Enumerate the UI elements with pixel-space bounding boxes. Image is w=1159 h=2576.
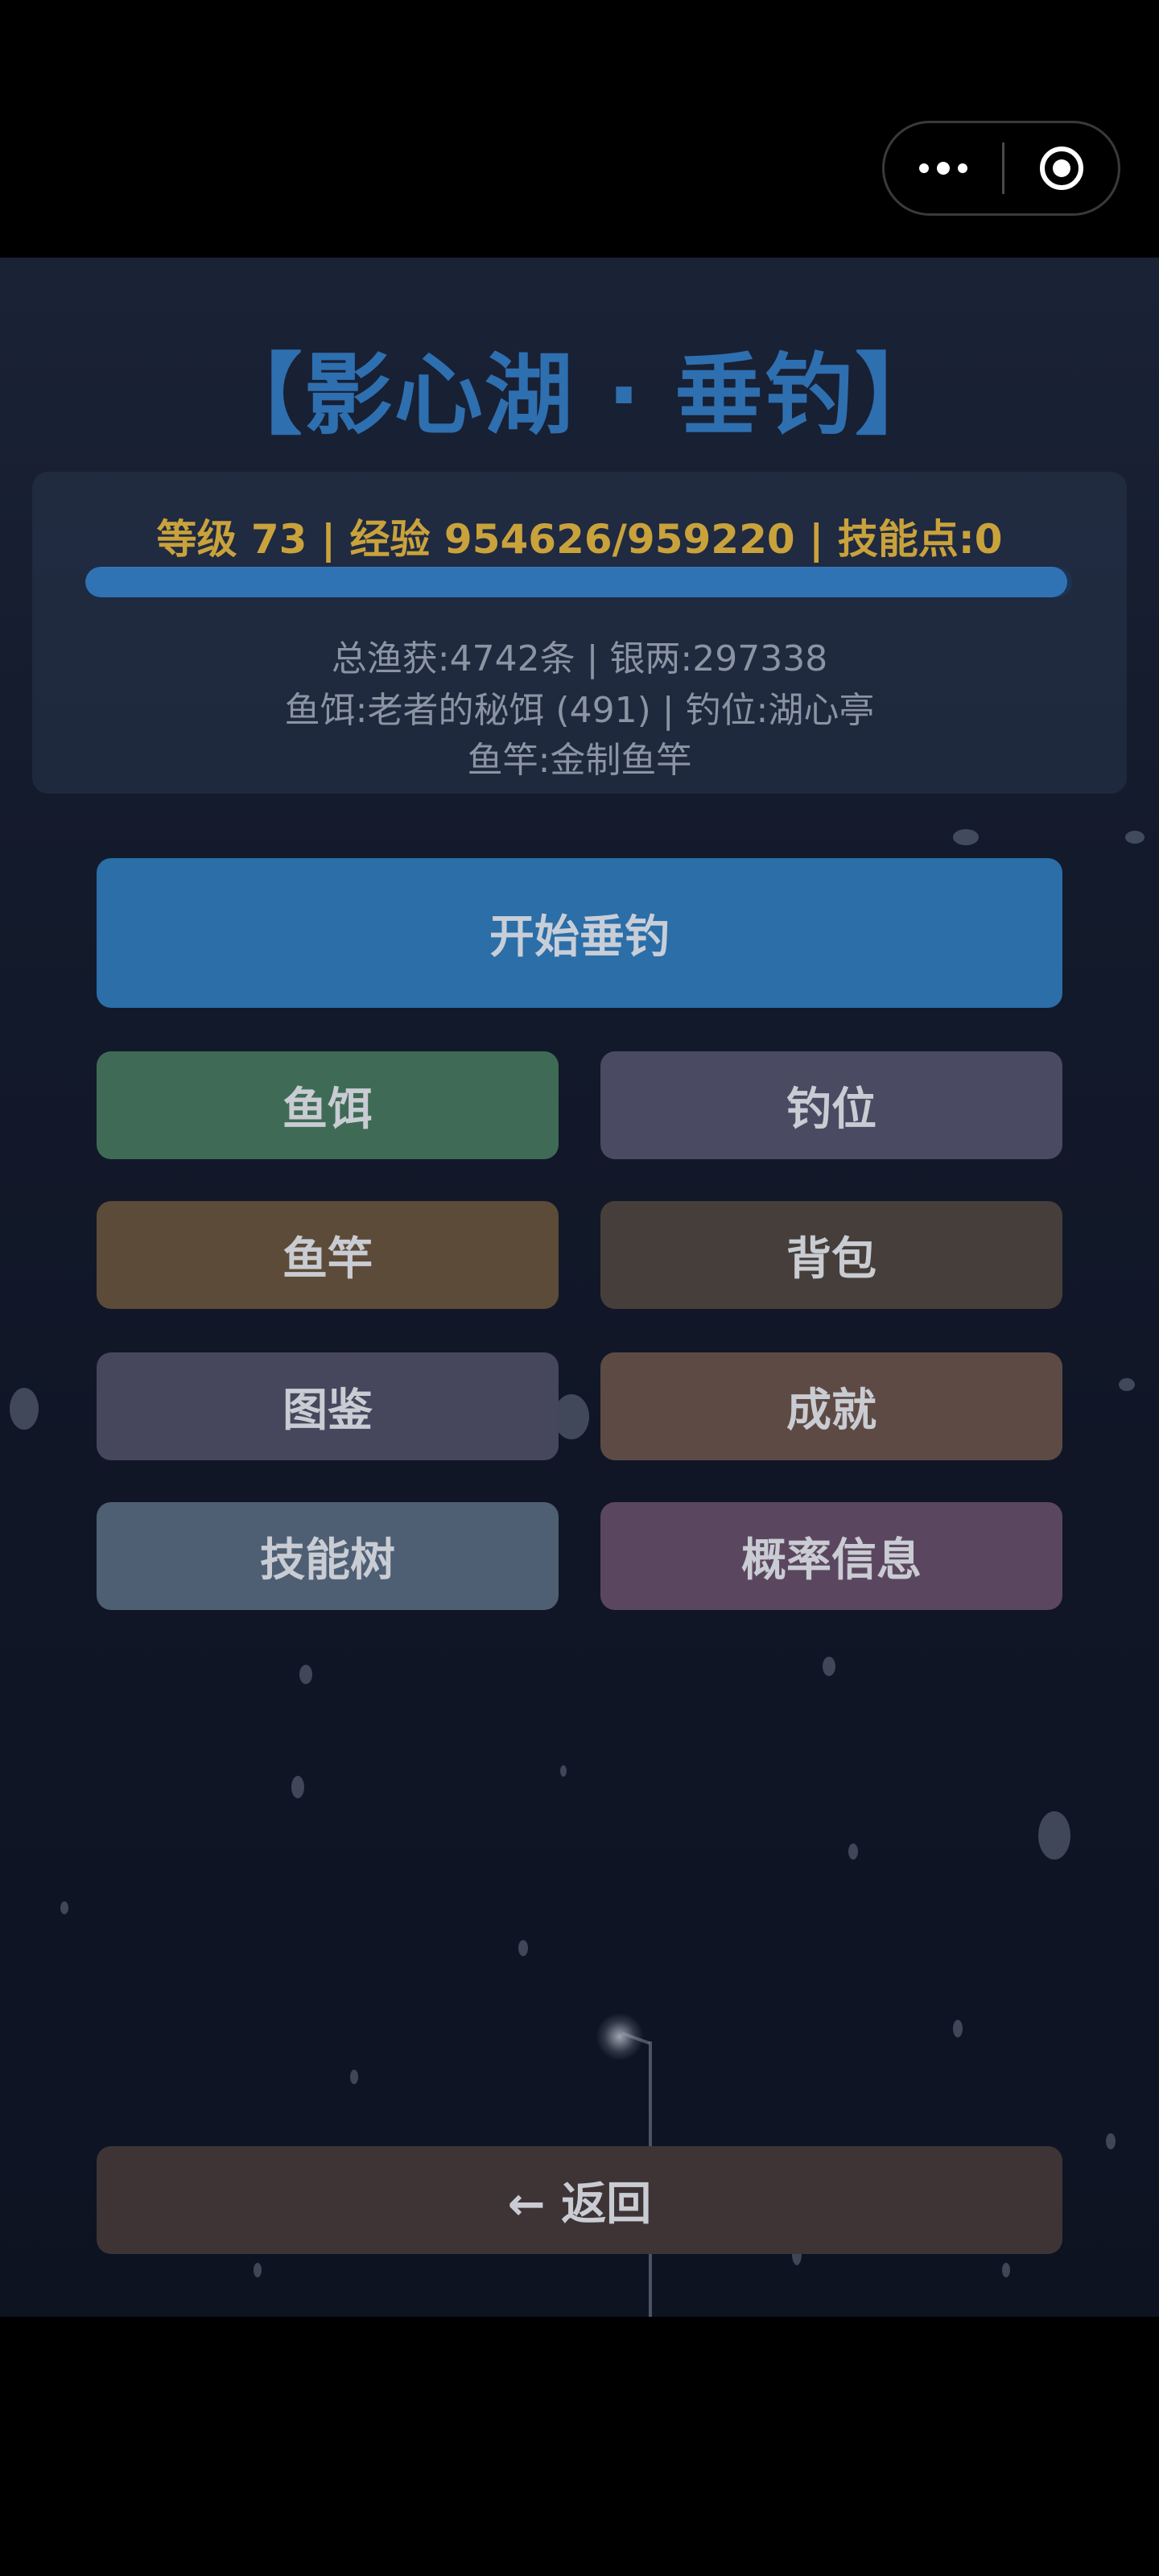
player-stats-card: 等级 73 | 经验 954626/959220 | 技能点:0 总渔获:474… <box>32 472 1127 794</box>
achievements-button[interactable]: 成就 <box>600 1352 1062 1460</box>
rod-text: 鱼竿:金制鱼竿 <box>467 740 692 781</box>
probability-info-button[interactable]: 概率信息 <box>600 1502 1062 1610</box>
page-title: 【影心湖 · 垂钓】 <box>213 344 946 447</box>
start-fishing-button[interactable]: 开始垂钓 <box>97 858 1062 1008</box>
rod-button[interactable]: 鱼竿 <box>97 1201 559 1309</box>
more-dots-icon[interactable] <box>885 123 1002 213</box>
capsule-menu <box>882 121 1120 216</box>
catch-silver-text: 总渔获:4742条 | 银两:297338 <box>331 638 828 679</box>
exp-progress-bar <box>85 567 1072 597</box>
backpack-button[interactable]: 背包 <box>600 1201 1062 1309</box>
level-exp-skill-text: 等级 73 | 经验 954626/959220 | 技能点:0 <box>156 516 1003 563</box>
bait-spot-text: 鱼饵:老者的秘饵 (491) | 钓位:湖心亭 <box>284 690 875 731</box>
bait-button[interactable]: 鱼饵 <box>97 1051 559 1159</box>
target-circle-icon[interactable] <box>1004 123 1118 213</box>
mini-program-top-bar <box>0 0 1159 258</box>
back-button[interactable]: ← 返回 <box>97 2146 1062 2254</box>
exp-progress-fill <box>85 567 1068 597</box>
fishing-screen: 【影心湖 · 垂钓】 等级 73 | 经验 954626/959220 | 技能… <box>0 258 1159 2317</box>
fishing-spot-button[interactable]: 钓位 <box>600 1051 1062 1159</box>
page: 【影心湖 · 垂钓】 等级 73 | 经验 954626/959220 | 技能… <box>0 0 1159 2576</box>
skill-tree-button[interactable]: 技能树 <box>97 1502 559 1610</box>
fish-guide-button[interactable]: 图鉴 <box>97 1352 559 1460</box>
